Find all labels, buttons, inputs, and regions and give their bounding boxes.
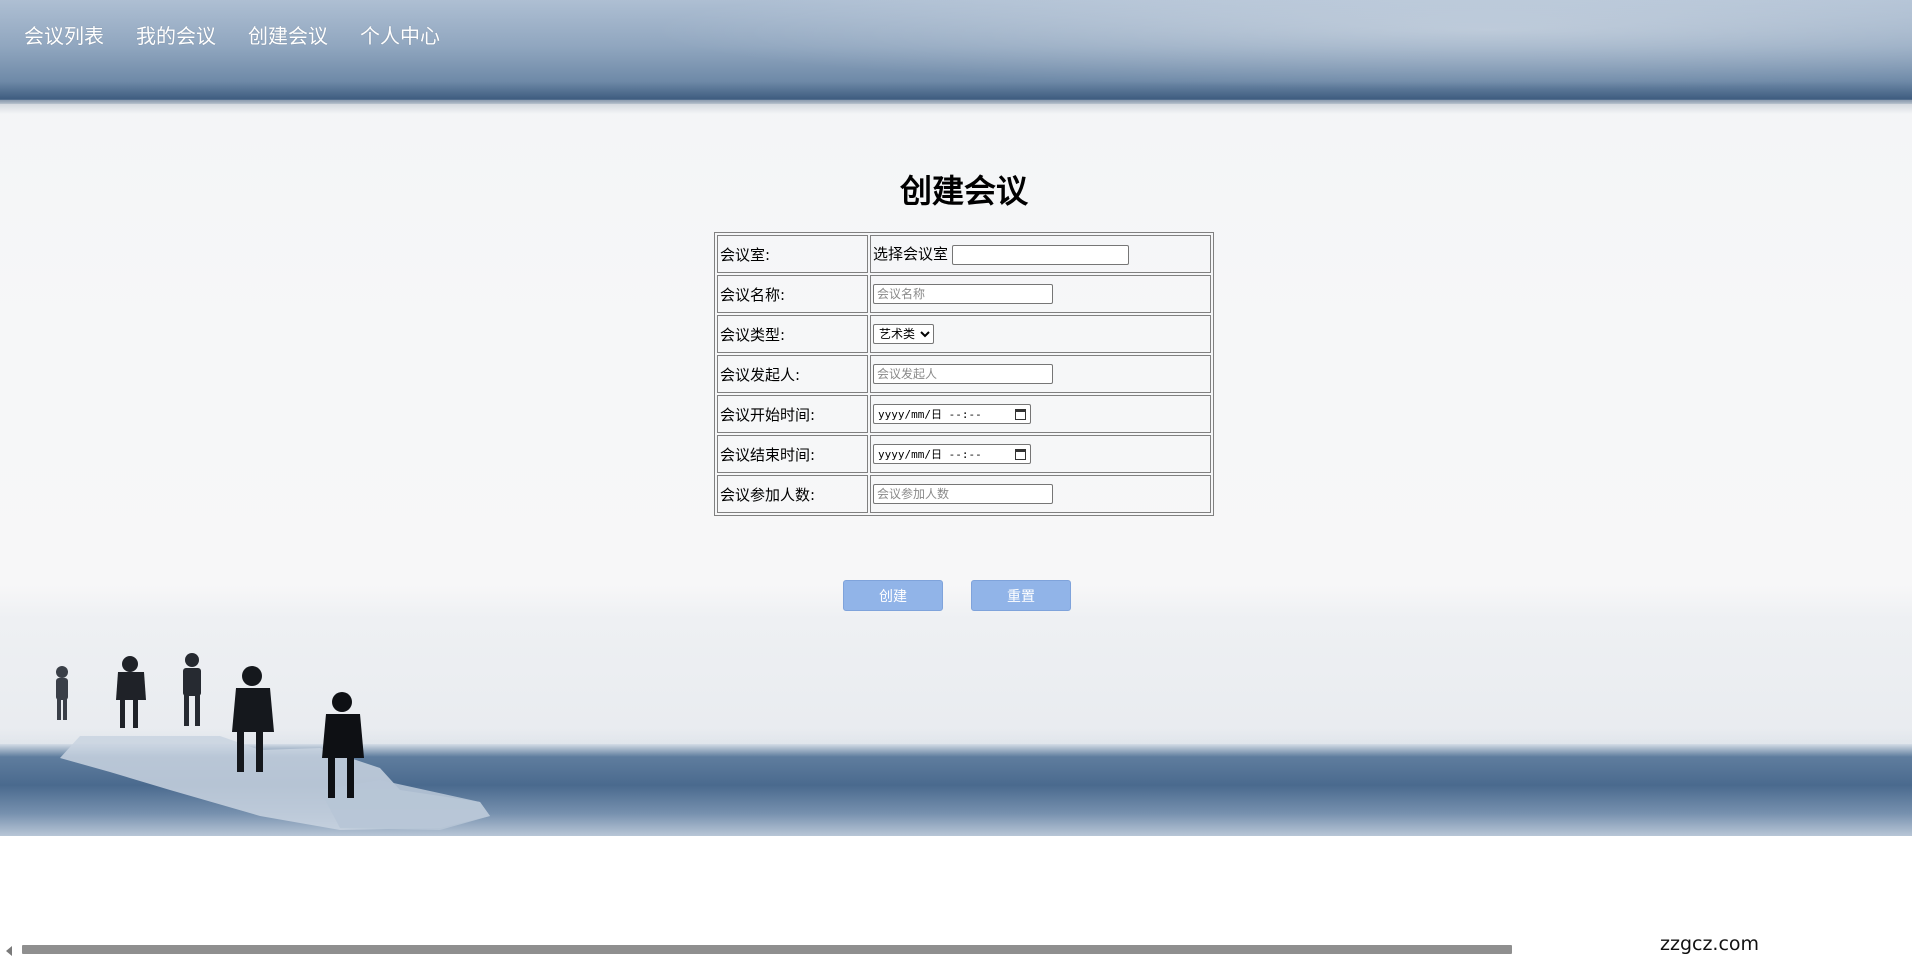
initiator-label: 会议发起人: [717, 355, 868, 393]
page: 会议列表 我的会议 创建会议 个人中心 创建会议 会议室: 选择会议室 会议名称… [0, 0, 1912, 958]
nav-item-personal-center[interactable]: 个人中心 [360, 20, 440, 49]
create-meeting-form: 会议室: 选择会议室 会议名称: 会议类型: 艺术类 [714, 232, 1214, 516]
calendar-icon[interactable] [1015, 408, 1026, 420]
form-row-initiator: 会议发起人: [717, 355, 1211, 393]
scrollbar-thumb[interactable] [22, 945, 1512, 954]
background-banner: 会议列表 我的会议 创建会议 个人中心 创建会议 会议室: 选择会议室 会议名称… [0, 0, 1912, 836]
watermark: zzgcz.com [1660, 933, 1760, 955]
meeting-type-cell: 艺术类 [870, 315, 1211, 353]
nav-item-create-meeting[interactable]: 创建会议 [248, 20, 328, 49]
attendees-cell [870, 475, 1211, 513]
start-time-label: 会议开始时间: [717, 395, 868, 433]
room-prompt: 选择会议室 [873, 245, 949, 264]
end-time-cell: yyyy/mm/日 --:-- [870, 435, 1211, 473]
header-shadow [0, 100, 1912, 114]
meeting-type-select[interactable]: 艺术类 [873, 324, 934, 344]
form-row-name: 会议名称: [717, 275, 1211, 313]
page-title: 创建会议 [899, 172, 1028, 210]
initiator-cell [870, 355, 1211, 393]
meeting-type-label: 会议类型: [717, 315, 868, 353]
room-cell: 选择会议室 [870, 235, 1211, 273]
form-row-attendees: 会议参加人数: [717, 475, 1211, 513]
meeting-name-cell [870, 275, 1211, 313]
attendees-label: 会议参加人数: [717, 475, 868, 513]
nav-item-my-meetings[interactable]: 我的会议 [136, 20, 216, 49]
attendees-input[interactable] [873, 484, 1053, 504]
start-time-cell: yyyy/mm/日 --:-- [870, 395, 1211, 433]
end-time-label: 会议结束时间: [717, 435, 868, 473]
scroll-left-arrow-icon[interactable] [6, 946, 12, 956]
form-row-type: 会议类型: 艺术类 [717, 315, 1211, 353]
form-row-start-time: 会议开始时间: yyyy/mm/日 --:-- [717, 395, 1211, 433]
end-time-input[interactable]: yyyy/mm/日 --:-- [873, 444, 1031, 464]
nav-item-meeting-list[interactable]: 会议列表 [24, 20, 104, 49]
business-people-illustration [56, 653, 490, 830]
start-time-input[interactable]: yyyy/mm/日 --:-- [873, 404, 1031, 424]
room-input[interactable] [952, 244, 1130, 265]
header-band [0, 0, 1912, 104]
room-label: 会议室: [717, 235, 868, 273]
meeting-name-input[interactable] [873, 284, 1053, 304]
create-button[interactable]: 创建 [843, 580, 943, 611]
form-row-room: 会议室: 选择会议室 [717, 235, 1211, 273]
top-nav: 会议列表 我的会议 创建会议 个人中心 [24, 20, 440, 49]
initiator-input[interactable] [873, 364, 1053, 384]
start-time-value: yyyy/mm/日 --:-- [878, 408, 982, 421]
form-actions: 创建 重置 [843, 580, 1071, 611]
reset-button[interactable]: 重置 [971, 580, 1071, 611]
meeting-name-label: 会议名称: [717, 275, 868, 313]
calendar-icon[interactable] [1015, 448, 1026, 460]
horizontal-scrollbar[interactable] [0, 942, 1520, 958]
end-time-value: yyyy/mm/日 --:-- [878, 448, 982, 461]
form-row-end-time: 会议结束时间: yyyy/mm/日 --:-- [717, 435, 1211, 473]
